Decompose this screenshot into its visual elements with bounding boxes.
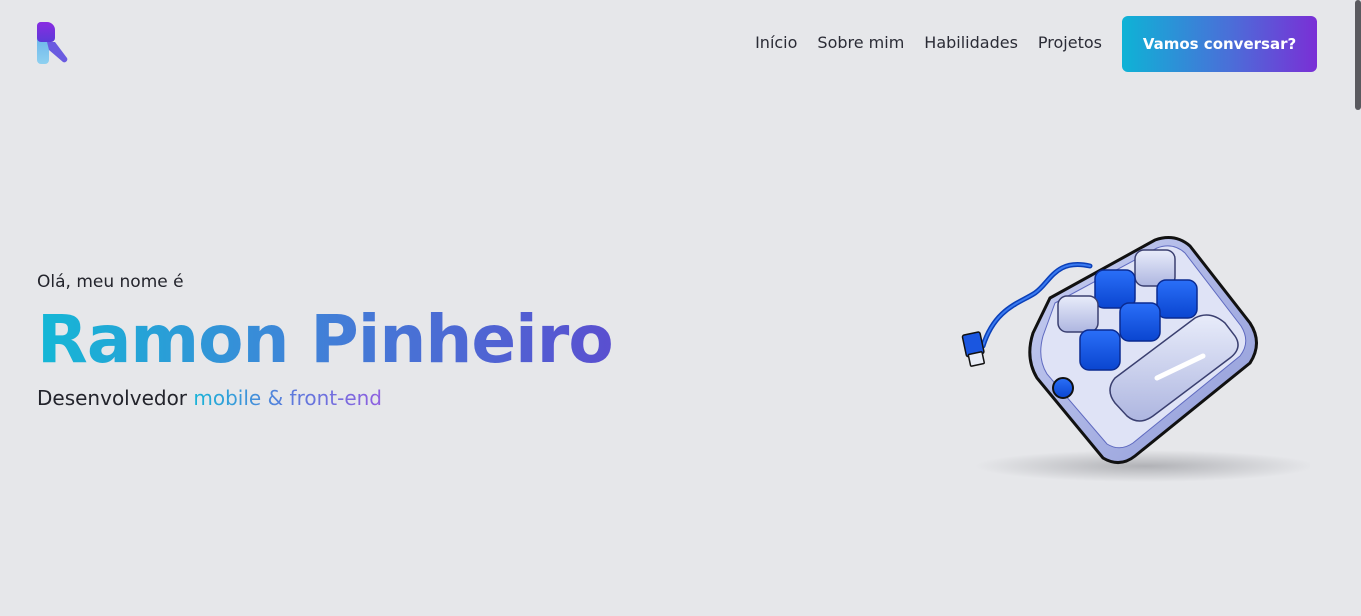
nav-item-sobre-mim[interactable]: Sobre mim (817, 33, 904, 52)
hero-greeting: Olá, meu nome é (37, 272, 184, 292)
macro-keypad-icon (961, 236, 1310, 482)
page-scrollbar[interactable] (1355, 0, 1361, 616)
hero-name: Ramon Pinheiro (37, 301, 614, 378)
nav-item-projetos[interactable]: Projetos (1038, 33, 1102, 52)
hero-role-prefix: Desenvolvedor (37, 386, 188, 410)
nav-item-habilidades[interactable]: Habilidades (924, 33, 1018, 52)
hero-role-highlight: mobile & front-end (193, 386, 383, 410)
scrollbar-thumb[interactable] (1355, 0, 1361, 110)
site-header: Início Sobre mim Habilidades Projetos Va… (0, 0, 1361, 88)
hero-role: Desenvolvedor mobile & front-end (37, 386, 737, 410)
main-nav: Início Sobre mim Habilidades Projetos (755, 33, 1102, 52)
r-logo-icon[interactable] (37, 22, 69, 64)
contact-button[interactable]: Vamos conversar? (1122, 16, 1317, 72)
nav-item-inicio[interactable]: Início (755, 33, 797, 52)
hero-section: Olá, meu nome é Ramon Pinheiro Desenvolv… (37, 272, 737, 410)
